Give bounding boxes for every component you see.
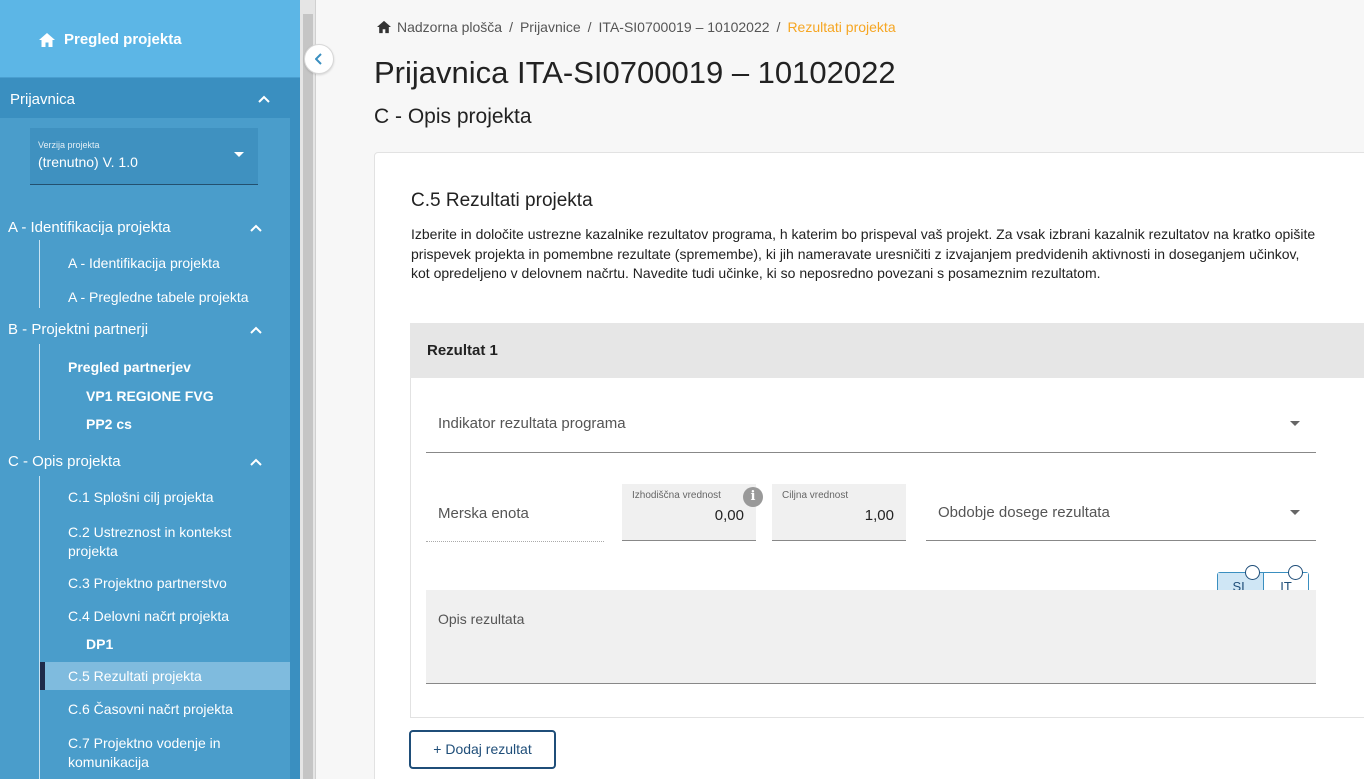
- breadcrumb: Nadzorna plošča / Prijavnice / ITA-SI070…: [376, 19, 896, 35]
- sidebar-section-b[interactable]: B - Projektni partnerji: [8, 318, 290, 342]
- sidebar: Pregled projekta Prijavnica Verzija proj…: [0, 0, 300, 779]
- unit-field-label: Merska enota: [438, 505, 529, 522]
- section-description: Izberite in določite ustrezne kazalnike …: [411, 226, 1316, 281]
- page-title: Prijavnica ITA-SI0700019 – 10102022: [374, 55, 896, 90]
- sidebar-item-vp1[interactable]: VP1 REGIONE FVG: [86, 387, 296, 406]
- sidebar-active-marker: [40, 662, 45, 690]
- baseline-value: 0,00: [714, 507, 744, 524]
- caret-down-icon: [234, 152, 244, 157]
- info-icon[interactable]: i: [743, 487, 763, 507]
- target-value: 1,00: [864, 507, 894, 524]
- result-description-placeholder: Opis rezultata: [438, 611, 525, 627]
- caret-down-icon: [1290, 510, 1300, 515]
- version-select-label: Verzija projekta: [38, 140, 100, 150]
- chevron-up-icon: [250, 224, 262, 232]
- chevron-up-icon: [250, 458, 262, 466]
- page-subtitle: C - Opis projekta: [374, 105, 532, 128]
- sidebar-section-a[interactable]: A - Identifikacija projekta: [8, 216, 290, 240]
- sidebar-item-pregled-partnerjev[interactable]: Pregled partnerjev: [68, 358, 278, 377]
- sidebar-home-label: Pregled projekta: [64, 31, 182, 48]
- sidebar-prijavnica-label: Prijavnica: [10, 90, 76, 108]
- breadcrumb-separator: /: [776, 19, 781, 35]
- target-value-label: Ciljna vrednost: [782, 490, 849, 501]
- breadcrumb-nadzorna-plosca[interactable]: Nadzorna plošča: [397, 19, 502, 35]
- chevron-up-icon: [258, 95, 270, 103]
- tree-line: [39, 344, 40, 440]
- sidebar-item-c2[interactable]: C.2 Ustreznost in kontekst projekta: [68, 523, 278, 561]
- version-select[interactable]: Verzija projekta (trenutno) V. 1.0: [30, 128, 258, 185]
- language-indicator-dot: [1288, 565, 1303, 580]
- sidebar-prijavnica-header[interactable]: Prijavnica: [0, 80, 290, 118]
- sidebar-item-c4[interactable]: C.4 Delovni načrt projekta: [68, 607, 278, 626]
- collapse-sidebar-button[interactable]: [304, 44, 334, 74]
- breadcrumb-separator: /: [587, 19, 592, 35]
- breadcrumb-separator: /: [509, 19, 513, 35]
- period-select[interactable]: Obdobje dosege rezultata: [926, 484, 1316, 541]
- result-header-label: Rezultat 1: [427, 342, 498, 359]
- result-description-textarea[interactable]: Opis rezultata: [426, 590, 1316, 684]
- result-header[interactable]: Rezultat 1: [410, 323, 1364, 378]
- sidebar-section-c[interactable]: C - Opis projekta: [8, 450, 290, 474]
- chevron-left-icon: [315, 53, 322, 65]
- sidebar-section-c-title: C - Opis projekta: [8, 453, 121, 470]
- sidebar-item-c3[interactable]: C.3 Projektno partnerstvo: [68, 574, 278, 593]
- period-select-placeholder: Obdobje dosege rezultata: [938, 504, 1110, 521]
- indicator-select[interactable]: Indikator rezultata programa: [426, 395, 1316, 453]
- indicator-select-placeholder: Indikator rezultata programa: [438, 415, 626, 432]
- caret-down-icon: [1290, 421, 1300, 426]
- breadcrumb-prijavnice[interactable]: Prijavnice: [520, 19, 581, 35]
- sidebar-section-a-title: A - Identifikacija projekta: [8, 219, 171, 236]
- add-result-button[interactable]: + Dodaj rezultat: [409, 730, 556, 769]
- sidebar-item-dp1[interactable]: DP1: [86, 635, 296, 654]
- sidebar-item-a-pregledne-tabele[interactable]: A - Pregledne tabele projekta: [68, 288, 278, 307]
- baseline-value-label: Izhodiščna vrednost: [632, 490, 721, 501]
- sidebar-item-a-identifikacija[interactable]: A - Identifikacija projekta: [68, 254, 278, 273]
- target-value-input[interactable]: Ciljna vrednost 1,00: [772, 484, 906, 541]
- version-select-value: (trenutno) V. 1.0: [38, 154, 138, 170]
- tree-line: [39, 476, 40, 779]
- sidebar-section-b-title: B - Projektni partnerji: [8, 321, 149, 338]
- unit-field: Merska enota: [426, 485, 604, 542]
- home-icon[interactable]: [376, 20, 392, 34]
- breadcrumb-current: Rezultati projekta: [787, 19, 896, 35]
- language-indicator-dot: [1245, 565, 1260, 580]
- sidebar-item-pp2[interactable]: PP2 cs: [86, 415, 296, 434]
- section-title: C.5 Rezultati projekta: [411, 190, 593, 211]
- sidebar-home-link[interactable]: Pregled projekta: [0, 0, 300, 78]
- sidebar-item-c5[interactable]: C.5 Rezultati projekta: [68, 667, 278, 686]
- baseline-value-input[interactable]: Izhodiščna vrednost 0,00: [622, 484, 756, 541]
- breadcrumb-prijavnica[interactable]: ITA-SI0700019 – 10102022: [599, 19, 770, 35]
- sidebar-item-c7[interactable]: C.7 Projektno vodenje in komunikacija: [68, 734, 278, 772]
- chevron-up-icon: [250, 326, 262, 334]
- sidebar-scrollbar-thumb[interactable]: [303, 14, 313, 779]
- sidebar-item-c6[interactable]: C.6 Časovni načrt projekta: [68, 700, 278, 719]
- home-icon: [39, 32, 55, 47]
- sidebar-item-c1[interactable]: C.1 Splošni cilj projekta: [68, 488, 278, 507]
- tree-line: [39, 240, 40, 308]
